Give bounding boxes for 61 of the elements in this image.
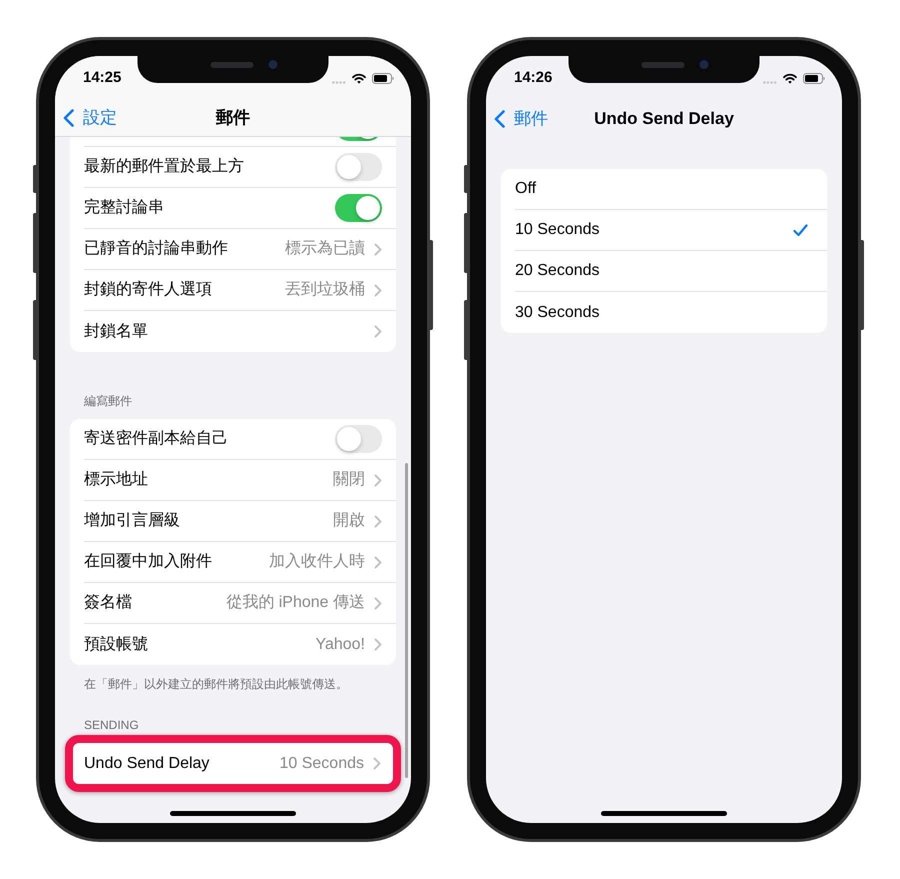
setting-label[interactable]: 封鎖名單	[84, 322, 148, 342]
signal-icon	[332, 80, 346, 84]
chevron-left-icon	[63, 109, 74, 127]
side-button[interactable]	[464, 300, 467, 360]
chevron-right-icon	[374, 284, 382, 296]
section-footer: 在「郵件」以外建立的郵件將預設由此帳號傳送。	[84, 677, 348, 691]
setting-label[interactable]: 20 Seconds	[515, 261, 600, 281]
nav-title: Undo Send Delay	[594, 108, 734, 128]
toggle-switch[interactable]	[335, 153, 382, 181]
setting-value: 加入收件人時	[269, 552, 365, 572]
setting-label[interactable]: Undo Send Delay	[84, 754, 210, 774]
chevron-right-icon	[374, 596, 382, 610]
toggle-switch[interactable]	[335, 425, 382, 453]
wifi-icon	[783, 72, 797, 84]
side-button[interactable]	[33, 213, 36, 273]
setting-label[interactable]: 預設帳號	[84, 634, 148, 654]
battery-icon	[803, 72, 825, 84]
nav-title: 郵件	[216, 108, 250, 128]
setting-label[interactable]: Off	[515, 179, 536, 199]
setting-label[interactable]: 已靜音的討論串動作	[84, 239, 228, 259]
setting-label[interactable]: 在回覆中加入附件	[84, 552, 212, 572]
side-button[interactable]	[430, 240, 433, 330]
toggle-switch[interactable]	[335, 194, 382, 222]
chevron-left-icon	[494, 110, 505, 128]
setting-value: 10 Seconds	[279, 754, 364, 774]
setting-value: 開啟	[333, 511, 365, 531]
setting-label[interactable]: 簽名檔	[84, 593, 132, 613]
setting-value: 標示為已讀	[285, 239, 365, 259]
chevron-right-icon	[374, 242, 382, 256]
setting-label: 最新的郵件置於最上方	[84, 157, 244, 177]
wifi-icon	[352, 72, 366, 84]
chevron-right-icon	[374, 325, 382, 338]
setting-label: 寄送密件副本給自己	[84, 429, 228, 449]
setting-value: 關閉	[333, 470, 365, 490]
setting-value: Yahoo!	[315, 634, 365, 654]
status-time: 14:25	[83, 69, 122, 87]
setting-label[interactable]: 封鎖的寄件人選項	[84, 280, 212, 300]
setting-label[interactable]: 30 Seconds	[515, 302, 600, 322]
section-header: 編寫郵件	[84, 394, 132, 408]
side-button[interactable]	[464, 165, 467, 193]
side-button[interactable]	[861, 240, 864, 330]
side-button[interactable]	[464, 213, 467, 273]
setting-value: 丟到垃圾桶	[285, 280, 365, 300]
back-button[interactable]: 郵件	[494, 108, 548, 128]
side-button[interactable]	[33, 165, 36, 193]
setting-label[interactable]: 增加引言層級	[84, 511, 180, 531]
chevron-right-icon	[374, 474, 382, 486]
setting-label[interactable]: 標示地址	[84, 470, 148, 490]
section-header: SENDING	[84, 718, 139, 732]
battery-icon	[372, 72, 394, 84]
chevron-right-icon	[373, 757, 381, 770]
status-time: 14:26	[514, 69, 552, 87]
side-button[interactable]	[33, 300, 36, 360]
setting-value: 從我的 iPhone 傳送	[226, 593, 365, 613]
chevron-right-icon	[374, 638, 382, 651]
chevron-right-icon	[374, 556, 382, 568]
setting-label: 完整討論串	[84, 198, 164, 218]
setting-label[interactable]: 10 Seconds	[515, 220, 600, 240]
chevron-right-icon	[374, 514, 382, 528]
back-button[interactable]: 設定	[63, 108, 117, 128]
signal-icon	[763, 80, 777, 84]
